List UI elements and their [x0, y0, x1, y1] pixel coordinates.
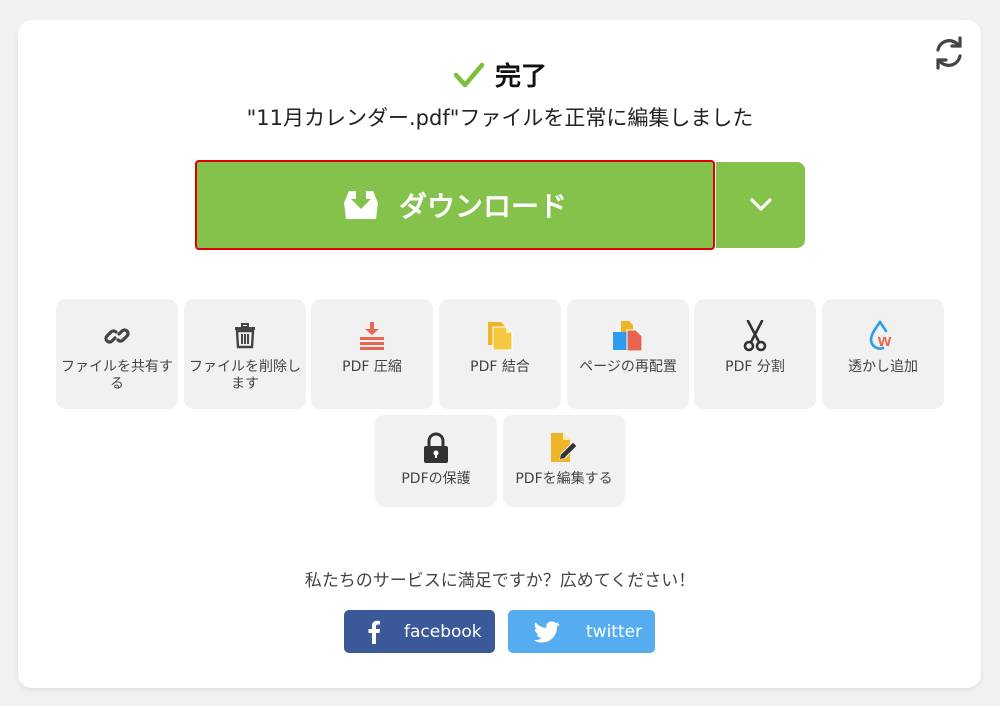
twitter-icon	[534, 620, 560, 643]
tool-label: PDFを編集する	[515, 471, 613, 487]
tool-label: PDF 結合	[470, 359, 530, 375]
download-label: ダウンロード	[398, 190, 567, 223]
facebook-icon	[368, 620, 380, 644]
twitter-label: twitter	[586, 621, 643, 642]
tool-protect-pdf[interactable]: PDFの保護	[375, 415, 497, 507]
tool-compress-pdf[interactable]: PDF 圧縮	[311, 299, 433, 409]
lock-icon	[424, 432, 448, 463]
tool-label: PDF 分割	[725, 359, 785, 375]
twitter-share-button[interactable]: twitter	[508, 610, 655, 653]
tool-add-watermark[interactable]: w 透かし追加	[822, 299, 944, 409]
tool-split-pdf[interactable]: PDF 分割	[694, 299, 816, 409]
download-options-dropdown[interactable]	[716, 162, 805, 248]
status-header: 完了	[0, 56, 1000, 93]
share-prompt: 私たちのサービスに満足ですか？広めてください！	[304, 571, 696, 591]
edit-pdf-icon	[551, 433, 578, 462]
download-tray-icon	[343, 191, 378, 219]
facebook-share-button[interactable]: facebook	[344, 610, 495, 653]
tool-label: PDFの保護	[401, 471, 471, 487]
svg-text:w: w	[877, 331, 892, 350]
tool-edit-pdf[interactable]: PDFを編集する	[503, 415, 625, 507]
facebook-label: facebook	[404, 621, 482, 642]
rearrange-pages-icon	[613, 321, 643, 352]
tool-rearrange-pages[interactable]: ページの再配置	[567, 299, 689, 409]
merge-icon	[488, 322, 513, 351]
tool-label: ファイルを削除します	[189, 359, 301, 392]
tool-label: 透かし追加	[848, 359, 918, 375]
tool-label: ファイルを共有する	[61, 359, 173, 392]
chevron-down-icon	[749, 198, 772, 211]
watermark-icon: w	[869, 320, 892, 350]
tool-label: ページの再配置	[579, 359, 677, 375]
download-button[interactable]: ダウンロード	[195, 160, 715, 250]
trash-icon	[235, 323, 255, 349]
tool-merge-pdf[interactable]: PDF 結合	[439, 299, 561, 409]
tool-delete-file[interactable]: ファイルを削除します	[184, 299, 306, 409]
tool-share-file[interactable]: ファイルを共有する	[56, 299, 178, 409]
status-title: 完了	[494, 62, 547, 92]
tool-label: PDF 圧縮	[342, 359, 402, 375]
link-icon	[104, 328, 130, 344]
compress-icon	[360, 322, 384, 350]
status-message: "11月カレンダー.pdf"ファイルを正常に編集しました	[246, 106, 754, 130]
check-icon	[453, 62, 485, 87]
scissors-icon	[743, 320, 767, 352]
